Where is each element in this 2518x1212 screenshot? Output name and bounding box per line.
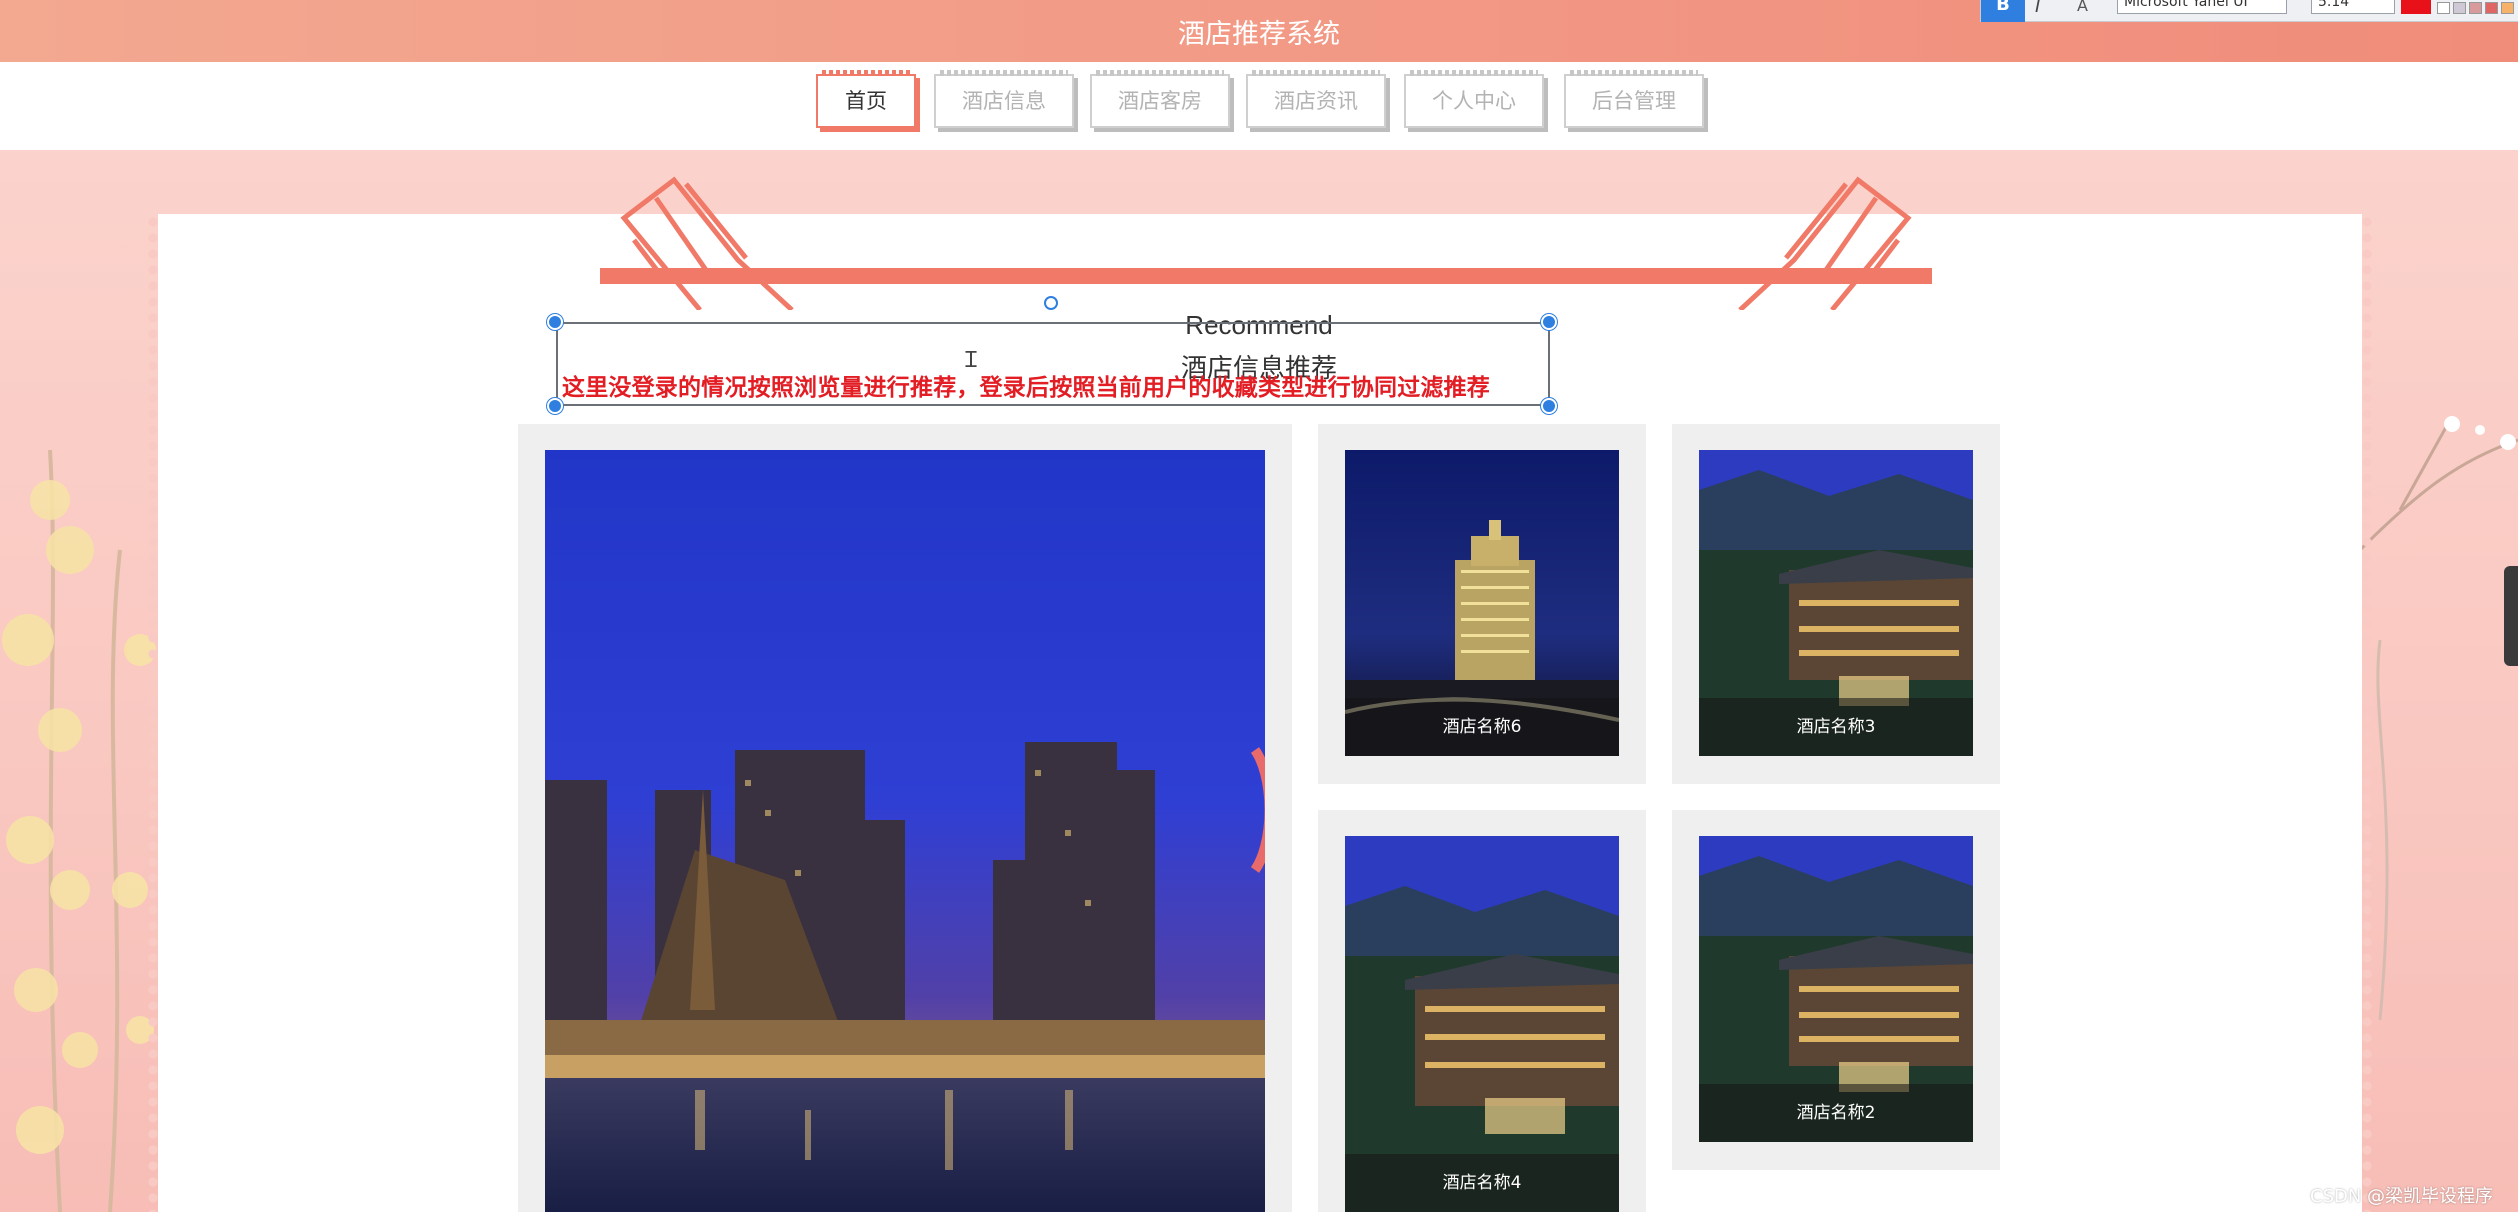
hotel-image-4: 酒店名称4 [1345,836,1619,1212]
main-nav: 首页 酒店信息 酒店客房 酒店资讯 个人中心 后台管理 [0,62,2518,150]
text-cursor-icon: Ｉ [960,348,983,373]
hotel-name-3: 酒店名称3 [1699,698,1973,756]
scrollbar-handle[interactable] [2504,566,2518,666]
hotel-image-3: 酒店名称3 [1699,450,1973,756]
color-swatch-red[interactable] [2485,2,2498,14]
hotel-name-4: 酒店名称4 [1345,1154,1619,1212]
hotel-card-featured[interactable] [518,424,1292,1212]
nav-personal-center[interactable]: 个人中心 [1404,70,1544,128]
text-color-swatch[interactable] [2401,0,2431,14]
delete-handle-top-right[interactable] [1541,314,1557,330]
nav-hotel-rooms[interactable]: 酒店客房 [1090,70,1230,128]
watermark: CSDN @梁凯毕设程序 [2310,1186,2494,1207]
hotel-image-6: 酒店名称6 [1345,450,1619,756]
color-swatch-white[interactable] [2437,2,2450,14]
bold-button[interactable]: B [1981,0,2025,22]
hotel-image-2: 酒店名称2 [1699,836,1973,1142]
hotel-name-6: 酒店名称6 [1345,698,1619,756]
italic-button[interactable]: I [2035,0,2040,17]
color-swatch-gray[interactable] [2453,2,2466,14]
annotation-text-box[interactable]: 这里没登录的情况按照浏览量进行推荐，登录后按照当前用户的收藏类型进行协同过滤推荐 [556,322,1550,406]
nav-admin[interactable]: 后台管理 [1564,70,1704,128]
annotation-text[interactable]: 这里没登录的情况按照浏览量进行推荐，登录后按照当前用户的收藏类型进行协同过滤推荐 [562,368,1552,402]
editor-toolbar: B I A Microsoft Yahei UI 5.14 [1980,0,2518,22]
nav-home[interactable]: 首页 [816,70,916,128]
resize-handle-bottom-left[interactable] [547,398,563,414]
rotate-handle[interactable] [1044,296,1058,310]
hotel-card-6[interactable]: 酒店名称6 [1318,424,1646,784]
color-swatch-rose[interactable] [2469,2,2482,14]
color-swatch-orange[interactable] [2501,2,2514,14]
resize-handle-bottom-right[interactable] [1541,398,1557,414]
hotel-name-2: 酒店名称2 [1699,1084,1973,1142]
hotel-image-featured [545,450,1265,1212]
nav-hotel-info[interactable]: 酒店信息 [934,70,1074,128]
hotel-card-3[interactable]: 酒店名称3 [1672,424,2000,784]
section-title-decoration [600,176,1932,310]
nav-hotel-news[interactable]: 酒店资讯 [1246,70,1386,128]
hotel-card-4[interactable]: 酒店名称4 [1318,810,1646,1212]
font-family-select[interactable]: Microsoft Yahei UI [2117,0,2287,14]
hotel-card-2[interactable]: 酒店名称2 [1672,810,2000,1170]
resize-handle-top-left[interactable] [547,314,563,330]
font-size-select[interactable]: 5.14 [2311,0,2395,14]
clear-format-button[interactable]: A [2077,0,2088,15]
